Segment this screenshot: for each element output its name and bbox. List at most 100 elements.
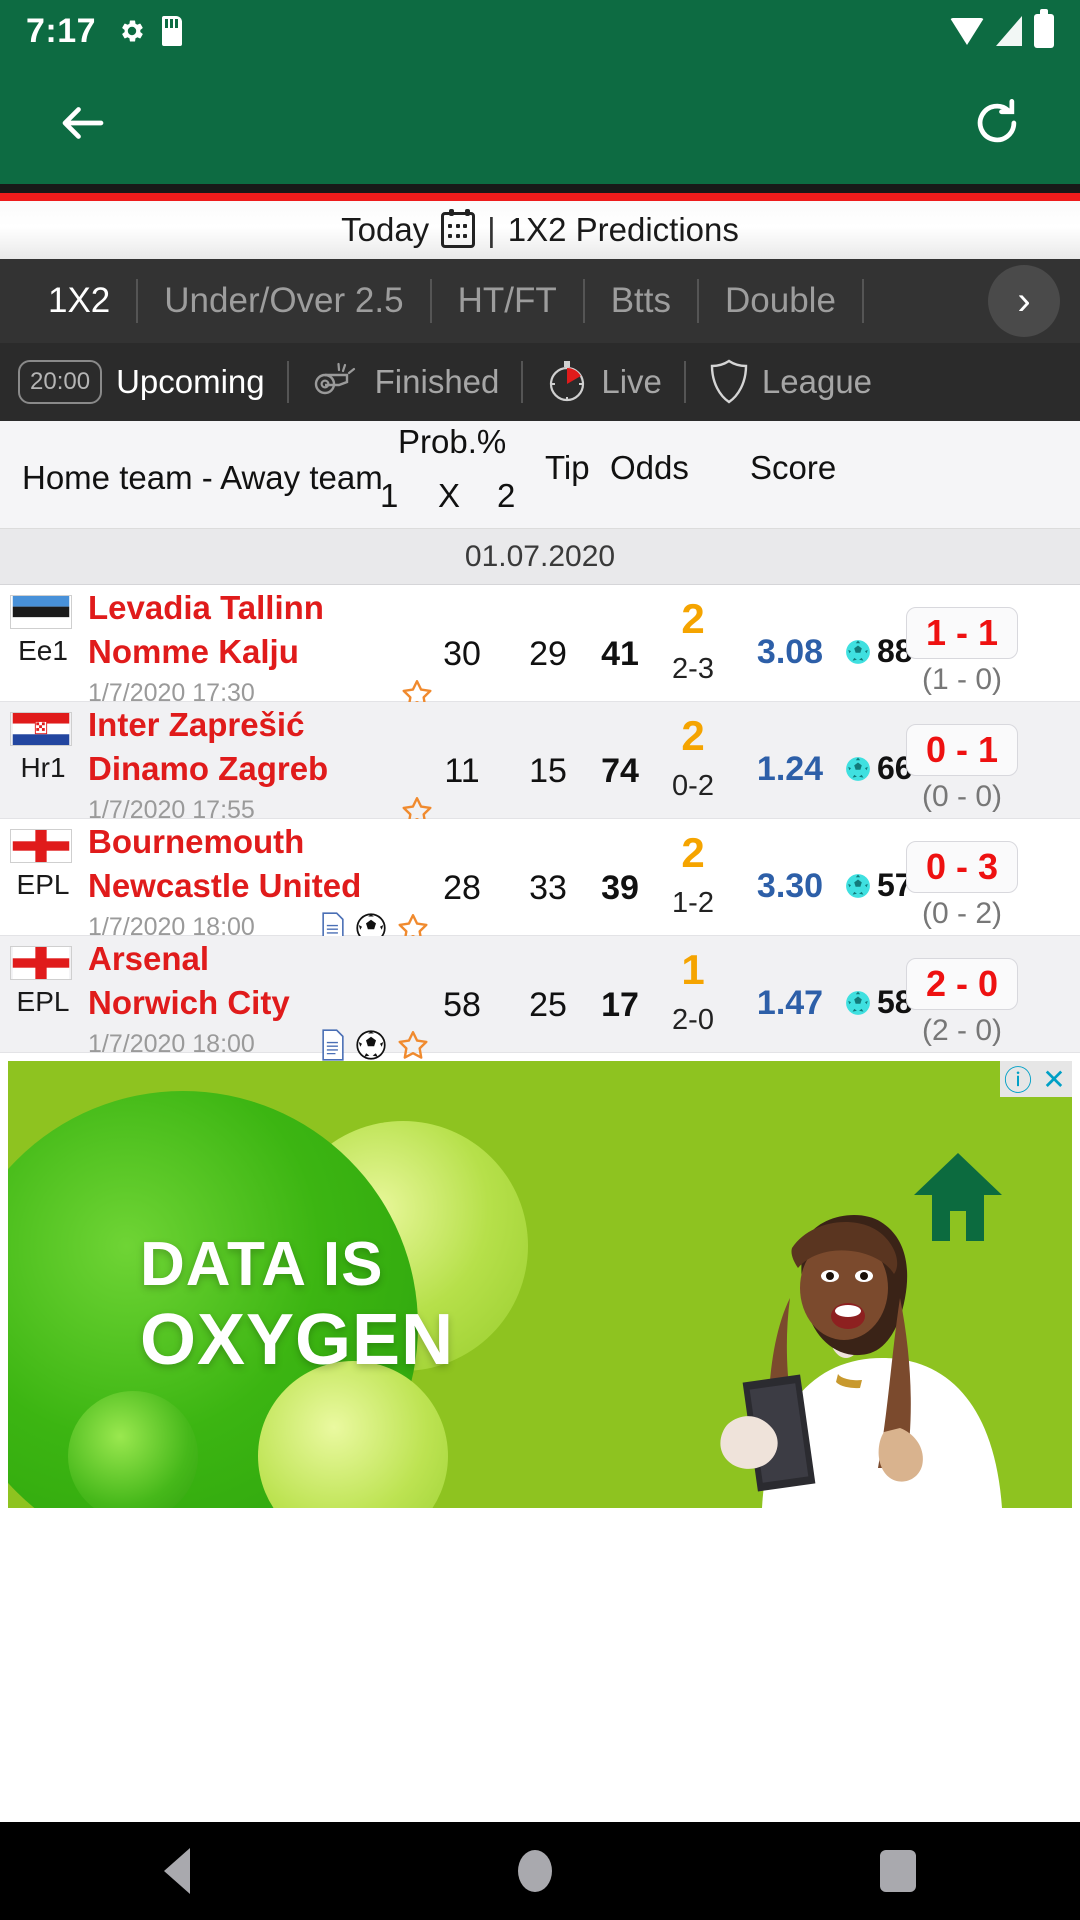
prob-2: 74 [601,752,639,790]
filter-upcoming[interactable]: Upcoming [116,363,287,401]
ad-info-icon[interactable]: ⓘ [1000,1061,1036,1097]
odds-value[interactable]: 3.30 [757,867,823,906]
stopwatch-icon [550,361,585,402]
tab-htft[interactable]: HT/FT [432,281,583,321]
prob-2: 41 [601,635,639,673]
away-team[interactable]: Dinamo Zagreb [88,750,328,788]
tip-value: 2 [681,712,705,759]
home-team[interactable]: Bournemouth [88,823,304,861]
halftime-score: (2 - 0) [921,1014,1003,1047]
filter-league[interactable]: League [686,357,894,407]
table-row[interactable]: EPL Arsenal Norwich City 1/7/2020 18:00 … [0,936,1080,1061]
odds-value[interactable]: 1.47 [757,984,823,1023]
col-header-score: Score [750,449,837,486]
ad-close-icon[interactable]: ✕ [1036,1061,1072,1097]
filter-live-label: Live [601,363,662,400]
row-icons [320,1028,430,1062]
tab-double[interactable]: Double [699,281,862,321]
today-label[interactable]: Today [341,211,429,249]
date-separator: 01.07.2020 [0,529,1080,585]
table-row[interactable]: EPL Bournemouth Newcastle United 1/7/202… [0,819,1080,944]
chevron-right-icon[interactable]: › [988,265,1060,337]
football-icon [846,756,870,781]
tip-value: 2 [681,829,705,876]
wifi-icon [950,17,984,45]
football-icon [846,990,870,1015]
home-team[interactable]: Arsenal [88,940,209,978]
gear-icon [122,20,143,42]
page-title: 1X2 Predictions [507,211,739,248]
odds-value[interactable]: 1.24 [757,750,823,789]
home-team[interactable]: Levadia Tallinn [88,589,324,627]
home-team[interactable]: Inter Zaprešić [88,706,304,744]
filter-finished[interactable]: Finished [289,362,522,402]
tip-score: 0-2 [672,770,714,802]
divider-red [0,193,1080,201]
away-team[interactable]: Norwich City [88,984,290,1022]
document-icon[interactable] [320,1029,346,1061]
prob-2: 39 [601,869,639,907]
away-team[interactable]: Nomme Kalju [88,633,299,671]
prob-1: 30 [443,635,481,673]
score-box: 0 - 1 [906,724,1018,776]
halftime-score: (1 - 0) [921,663,1003,696]
nav-home-icon[interactable] [518,1850,552,1892]
odds-value[interactable]: 3.08 [757,633,823,672]
col-header-x: X [438,477,461,514]
table-row[interactable]: Hr1 Inter Zaprešić Dinamo Zagreb 1/7/202… [0,702,1080,825]
halftime-score: (0 - 2) [921,897,1003,930]
tip-score: 2-3 [672,653,714,685]
col-header-1: 1 [380,477,399,514]
ad-headline-2: OXYGEN [140,1300,455,1380]
score-box: 2 - 0 [906,958,1018,1010]
prob-x: 29 [529,635,567,673]
star-icon[interactable] [396,1028,430,1062]
nav-recents-icon[interactable] [880,1850,916,1892]
col-header-teams: Home team - Away team [22,459,383,496]
halftime-score: (0 - 0) [921,780,1003,813]
table-row[interactable]: Ee1 Levadia Tallinn Nomme Kalju 1/7/2020… [0,585,1080,708]
status-filter-bar: 20:00 Upcoming Finished Live League [0,343,1080,421]
status-right-icons [950,9,1054,48]
title-separator: | [487,211,496,248]
back-arrow-icon[interactable] [56,96,110,150]
ad-headline-1: DATA IS [140,1230,384,1299]
league-code[interactable]: Hr1 [6,752,80,784]
refresh-icon[interactable] [970,96,1024,150]
signal-icon [996,16,1022,46]
football-icon[interactable] [356,1030,386,1060]
sdcard-icon [162,16,183,46]
league-code[interactable]: EPL [6,986,80,1018]
prob-x: 33 [529,869,567,907]
prob-1: 58 [443,986,481,1024]
col-header-odds: Odds [610,449,689,486]
calendar-icon[interactable] [441,209,476,248]
league-code[interactable]: EPL [6,869,80,901]
score-box: 1 - 1 [906,607,1018,659]
table-header: Home team - Away team Prob.% 1 X 2 Tip O… [0,421,1080,529]
filter-league-label: League [761,363,873,400]
filter-upcoming-label: Upcoming [116,363,265,400]
away-team[interactable]: Newcastle United [88,867,361,905]
tab-under-over[interactable]: Under/Over 2.5 [138,281,429,321]
market-tabs: 1X2 Under/Over 2.5 HT/FT Btts Double › [0,259,1080,343]
ad-banner[interactable]: ⓘ ✕ DATA IS OXYGEN [8,1061,1072,1508]
filter-live[interactable]: Live [523,358,684,406]
upcoming-time-chip: 20:00 [18,360,103,404]
col-header-2: 2 [497,477,516,514]
league-code[interactable]: Ee1 [6,635,80,667]
prob-1: 28 [443,869,481,907]
status-clock: 7:17 [26,11,97,50]
prob-x: 25 [529,986,567,1024]
nav-back-icon[interactable] [164,1848,190,1894]
prob-1: 11 [444,752,480,790]
tab-btts[interactable]: Btts [585,281,697,321]
tab-1x2[interactable]: 1X2 [22,281,136,321]
tip-score: 2-0 [672,1004,714,1036]
status-left-icons [118,16,183,46]
score-box: 0 - 3 [906,841,1018,893]
shield-icon [710,359,748,404]
tip-value: 2 [681,595,705,642]
android-nav-bar [0,1822,1080,1920]
tip-value: 1 [681,946,705,993]
